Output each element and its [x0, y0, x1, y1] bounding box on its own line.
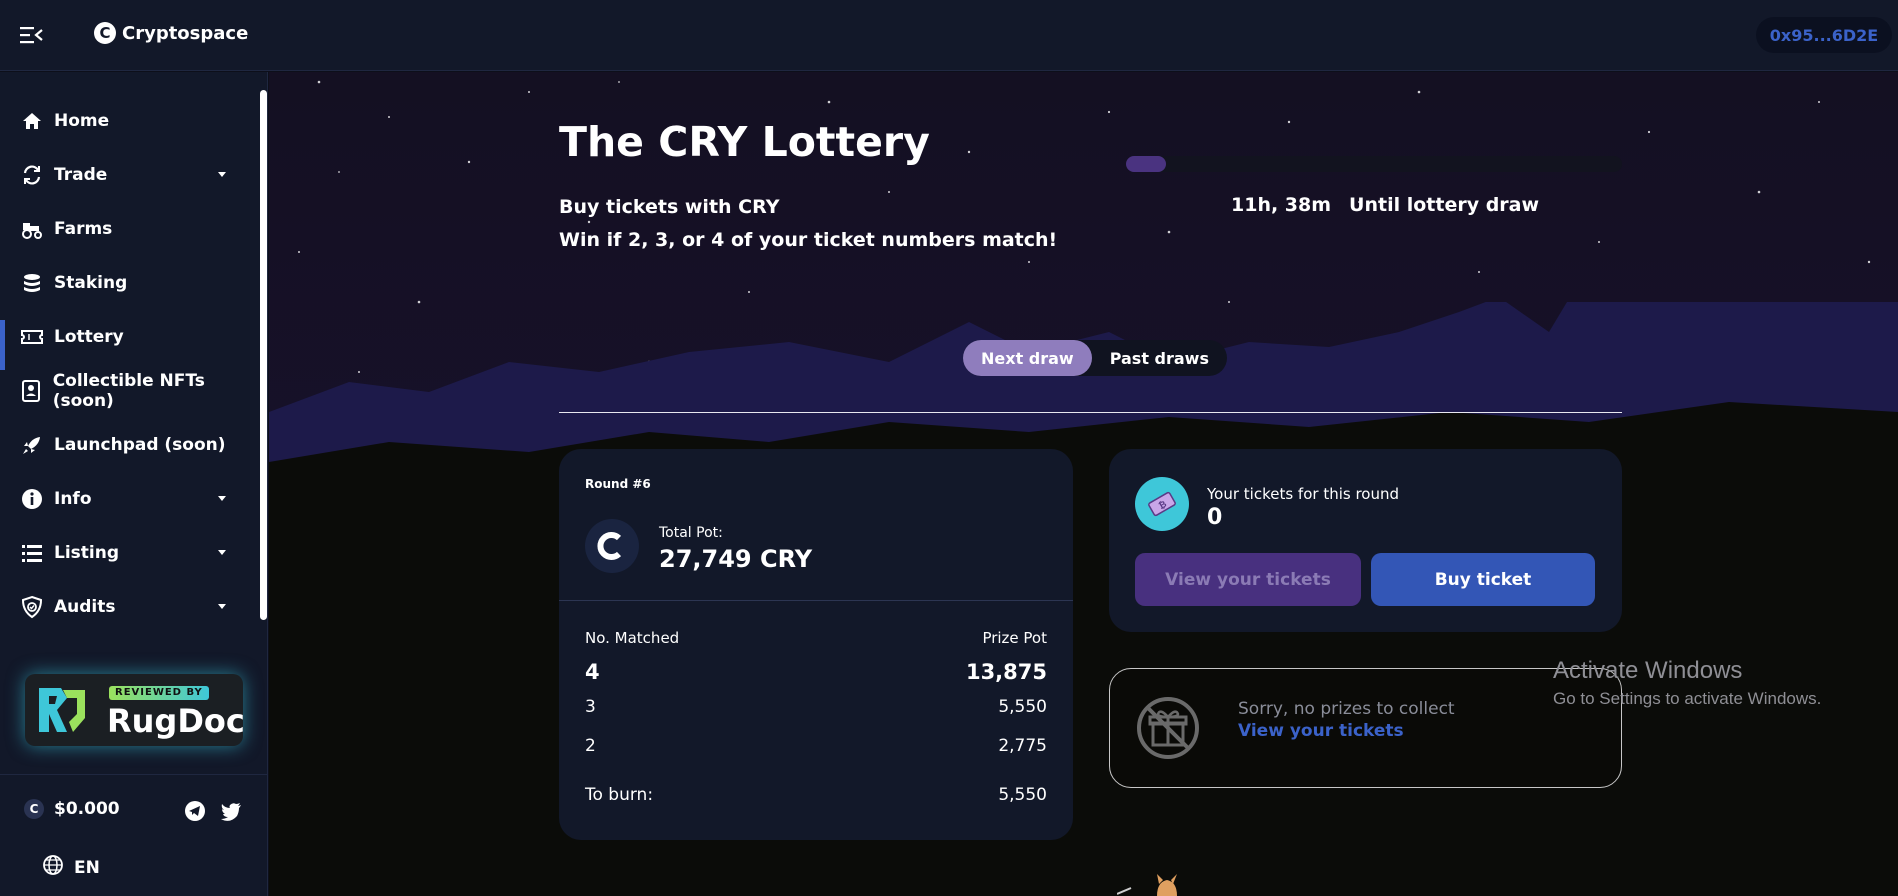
card-divider	[559, 600, 1073, 601]
sidebar: Home Trade Farms Staking Lottery Collect…	[0, 72, 268, 896]
sidebar-item-staking[interactable]: Staking	[0, 256, 260, 310]
round-number: Round #6	[585, 477, 651, 491]
draw-progress-fill	[1126, 156, 1166, 172]
token-price-value: $0.000	[54, 799, 120, 819]
logo-text: Cryptospace	[122, 22, 249, 44]
total-pot-label: Total Pot:	[659, 525, 723, 541]
ticket-icon: ₿	[1135, 477, 1189, 531]
countdown-label: Until lottery draw	[1349, 194, 1540, 216]
home-icon	[20, 109, 44, 133]
ticket-icon	[20, 325, 44, 349]
chevron-down-icon	[218, 172, 226, 177]
sidebar-item-collectible-nfts[interactable]: Collectible NFTs (soon)	[0, 364, 260, 418]
rugdoc-badge[interactable]: REVIEWED BY RugDoc	[25, 674, 243, 746]
chevron-down-icon	[218, 550, 226, 555]
sidebar-item-launchpad[interactable]: Launchpad (soon)	[0, 418, 260, 472]
your-tickets-label: Your tickets for this round	[1207, 485, 1400, 503]
prize-pot-header: Prize Pot	[982, 629, 1047, 647]
matched-count: 3	[585, 697, 596, 717]
sidebar-item-label: Home	[54, 111, 110, 131]
tab-next-draw[interactable]: Next draw	[963, 340, 1092, 376]
mountain-background	[269, 302, 1898, 896]
matched-count: 4	[585, 660, 600, 684]
sidebar-scrollbar[interactable]	[260, 90, 267, 620]
list-icon	[20, 541, 44, 565]
tractor-icon	[20, 217, 44, 241]
rugdoc-logo-icon	[39, 688, 85, 732]
id-card-icon	[20, 379, 43, 403]
sidebar-item-farms[interactable]: Farms	[0, 202, 260, 256]
sidebar-item-home[interactable]: Home	[0, 94, 260, 148]
sidebar-item-label: Farms	[54, 219, 113, 239]
token-price: C $0.000	[24, 799, 120, 819]
sidebar-item-label: Staking	[54, 273, 128, 293]
prize-value: 5,550	[998, 697, 1047, 717]
rocket-icon	[20, 433, 44, 457]
no-prizes-message: Sorry, no prizes to collect	[1238, 699, 1455, 719]
prize-value: 13,875	[965, 660, 1047, 684]
sidebar-item-label: Listing	[54, 543, 120, 563]
telegram-icon[interactable]	[184, 800, 206, 822]
sidebar-divider	[0, 774, 268, 775]
sidebar-item-label: Launchpad (soon)	[54, 435, 226, 455]
your-tickets-count: 0	[1207, 505, 1223, 530]
buy-ticket-button[interactable]: Buy ticket	[1371, 553, 1595, 606]
chevron-down-icon	[218, 604, 226, 609]
logo-mark-icon: C	[94, 22, 116, 44]
tickets-card: ₿ Your tickets for this round 0 View you…	[1109, 449, 1622, 632]
main-content: The CRY Lottery Buy tickets with CRY Win…	[269, 72, 1898, 896]
sidebar-nav: Home Trade Farms Staking Lottery Collect…	[0, 94, 260, 634]
sidebar-item-label: Info	[54, 489, 92, 509]
matched-count: 2	[585, 736, 596, 756]
sidebar-item-trade[interactable]: Trade	[0, 148, 260, 202]
section-divider	[559, 412, 1622, 413]
prize-value: 2,775	[998, 736, 1047, 756]
chevron-down-icon	[218, 496, 226, 501]
tab-past-draws[interactable]: Past draws	[1092, 340, 1227, 376]
sidebar-item-info[interactable]: Info	[0, 472, 260, 526]
refresh-icon	[20, 163, 44, 187]
view-tickets-button[interactable]: View your tickets	[1135, 553, 1361, 606]
countdown-time: 11h, 38m	[1231, 194, 1332, 216]
burn-label: To burn:	[585, 785, 654, 805]
lottery-subtitle: Buy tickets with CRY	[559, 196, 780, 218]
wallet-button[interactable]: 0x95...6D2E	[1756, 17, 1892, 53]
sidebar-item-lottery[interactable]: Lottery	[0, 310, 260, 370]
mascot-image	[1117, 874, 1177, 896]
matched-header: No. Matched	[585, 629, 680, 647]
sidebar-item-listing[interactable]: Listing	[0, 526, 260, 580]
language-label: EN	[74, 857, 100, 878]
sidebar-item-label: Lottery	[54, 327, 124, 347]
twitter-icon[interactable]	[220, 800, 242, 822]
sidebar-item-audits[interactable]: Audits	[0, 580, 260, 634]
logo[interactable]: C Cryptospace	[94, 22, 248, 44]
database-icon	[20, 271, 44, 295]
total-pot-value: 27,749 CRY	[659, 545, 813, 573]
draw-countdown: 11h, 38m Until lottery draw	[1231, 194, 1539, 216]
burn-value: 5,550	[998, 785, 1047, 805]
sidebar-item-label: Collectible NFTs (soon)	[52, 371, 205, 411]
draw-tabs: Next draw Past draws	[963, 340, 1227, 376]
prizes-card: Sorry, no prizes to collect View your ti…	[1109, 668, 1622, 788]
token-logo-icon	[585, 519, 639, 573]
draw-progress-bar	[1126, 156, 1622, 172]
lottery-description: Win if 2, 3, or 4 of your ticket numbers…	[559, 229, 1058, 251]
sidebar-item-label: Trade	[54, 165, 108, 185]
activate-windows-subtitle: Go to Settings to activate Windows.	[1553, 689, 1822, 708]
activate-windows-title: Activate Windows	[1553, 657, 1743, 684]
info-icon	[20, 487, 44, 511]
sidebar-item-label: Audits	[54, 597, 116, 617]
rugdoc-reviewed-label: REVIEWED BY	[109, 686, 209, 700]
page-title: The CRY Lottery	[559, 118, 930, 166]
round-card: Round #6 Total Pot: 27,749 CRY No. Match…	[559, 449, 1073, 840]
menu-toggle-icon[interactable]	[18, 24, 44, 46]
token-logo-icon: C	[24, 799, 44, 819]
no-gift-icon	[1137, 697, 1199, 759]
rugdoc-name: RugDoc	[107, 702, 243, 740]
shield-check-icon	[20, 595, 44, 619]
language-selector[interactable]: EN	[42, 854, 100, 881]
top-bar: C Cryptospace 0x95...6D2E	[0, 0, 1898, 71]
globe-icon	[42, 854, 64, 881]
view-tickets-link[interactable]: View your tickets	[1238, 721, 1404, 741]
